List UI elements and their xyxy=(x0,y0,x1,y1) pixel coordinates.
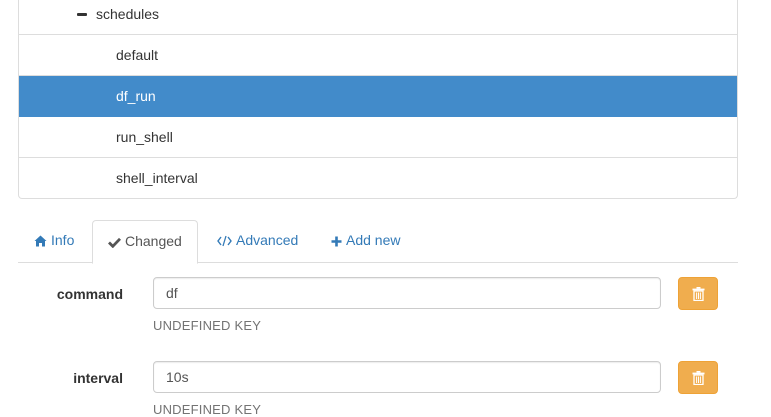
tree-item-label: shell_interval xyxy=(116,170,198,186)
trash-icon xyxy=(692,287,705,301)
tree-item-default[interactable]: default xyxy=(19,35,737,76)
interval-field[interactable] xyxy=(153,361,661,393)
tree-item-label: df_run xyxy=(116,88,156,104)
command-help-text: UNDEFINED KEY xyxy=(153,318,262,333)
interval-label: interval xyxy=(73,370,123,386)
tab-add-new[interactable]: Add new xyxy=(331,220,400,261)
tree-item-label: run_shell xyxy=(116,129,173,145)
tree-item-run-shell[interactable]: run_shell xyxy=(19,117,737,158)
tab-label: Info xyxy=(51,232,75,248)
trash-icon xyxy=(692,371,705,385)
tab-label: Add new xyxy=(346,232,401,248)
interval-help-text: UNDEFINED KEY xyxy=(153,402,262,417)
tree-item-shell-interval[interactable]: shell_interval xyxy=(19,158,737,198)
command-label: command xyxy=(56,286,123,302)
tab-label: Advanced xyxy=(236,232,299,248)
delete-command-button[interactable] xyxy=(678,277,718,310)
tab-bar: Info Changed Advanced Add new xyxy=(18,220,738,264)
tab-info[interactable]: Info xyxy=(34,220,74,261)
minus-icon[interactable] xyxy=(77,13,87,16)
code-icon xyxy=(217,235,232,247)
tree-item-df-run[interactable]: df_run xyxy=(19,76,737,117)
tree-node-label: schedules xyxy=(96,6,160,22)
command-field[interactable] xyxy=(153,277,661,309)
tree-item-label: default xyxy=(116,47,159,63)
schedule-tree: schedules default df_run run_shell shell… xyxy=(18,0,738,199)
tab-advanced[interactable]: Advanced xyxy=(217,220,298,261)
delete-interval-button[interactable] xyxy=(678,361,718,394)
home-icon xyxy=(34,235,47,247)
tab-changed[interactable]: Changed xyxy=(92,220,198,264)
plus-icon xyxy=(331,236,342,247)
check-icon xyxy=(108,237,122,249)
tab-label: Changed xyxy=(125,233,182,249)
tree-node-schedules[interactable]: schedules xyxy=(19,0,737,35)
